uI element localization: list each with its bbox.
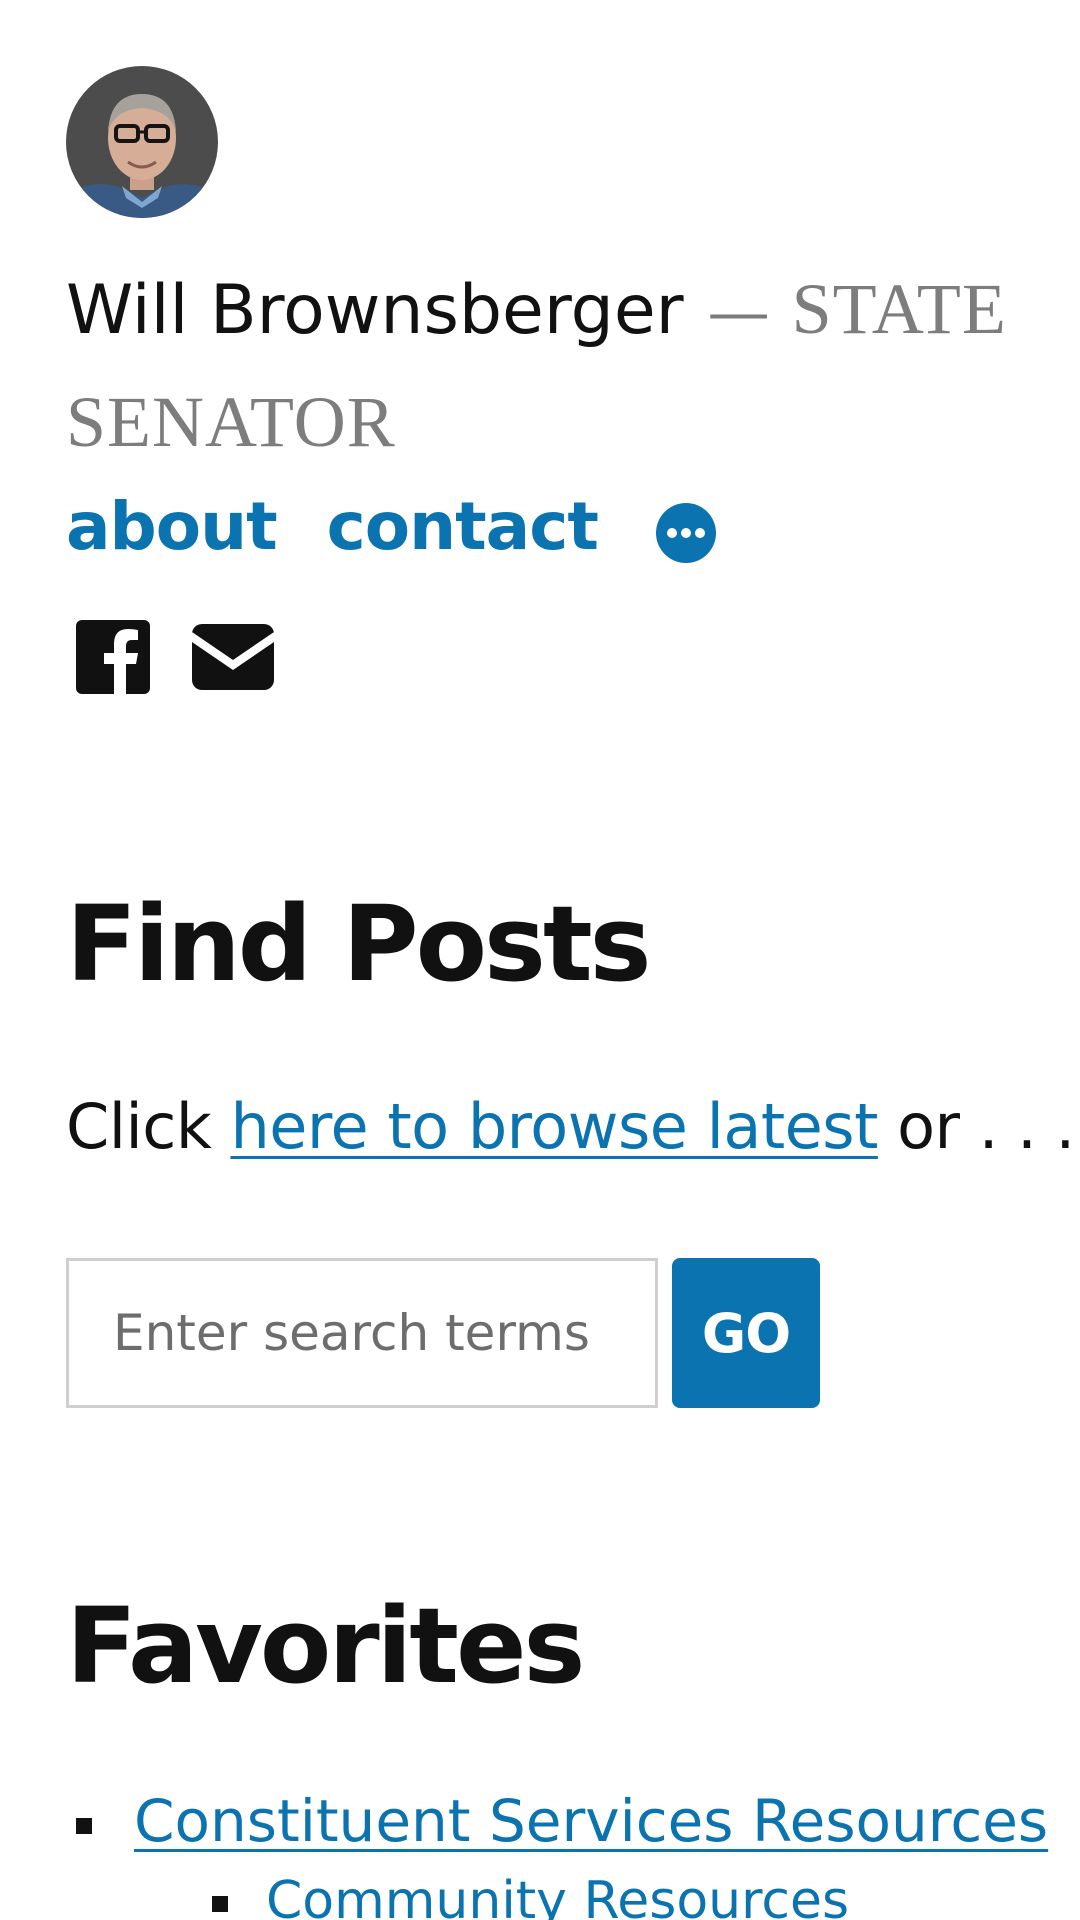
avatar-photo	[66, 66, 218, 218]
favorites-sublist: Community Resources	[134, 1866, 1048, 1920]
facebook-icon[interactable]	[76, 620, 150, 694]
find-posts-heading: Find Posts	[66, 883, 652, 1005]
main-nav: about contact	[66, 486, 716, 566]
mail-icon[interactable]	[192, 624, 274, 690]
title-separator: —	[707, 275, 770, 348]
favorites-list: Constituent Services Resources Community…	[66, 1776, 1048, 1920]
list-item: Constituent Services Resources Community…	[66, 1776, 1048, 1920]
list-item: Community Resources	[200, 1866, 1048, 1920]
site-title[interactable]: Will Brownsberger — STATE SENATOR	[66, 262, 1026, 488]
bullet-icon	[76, 1818, 92, 1834]
avatar[interactable]	[66, 66, 218, 218]
favorite-link[interactable]: Constituent Services Resources	[134, 1787, 1048, 1855]
social-links	[76, 620, 274, 694]
favorites-heading: Favorites	[66, 1585, 585, 1707]
browse-latest-link[interactable]: here to browse latest	[230, 1090, 878, 1163]
more-horizontal-icon[interactable]	[655, 503, 716, 563]
nav-about-link[interactable]: about	[66, 488, 278, 565]
search-form: GO	[66, 1258, 820, 1408]
browse-prefix: Click	[66, 1090, 231, 1163]
page: Will Brownsberger — STATE SENATOR about co…	[0, 0, 1080, 1920]
favorite-sublink[interactable]: Community Resources	[266, 1871, 849, 1920]
nav-contact-link[interactable]: contact	[327, 488, 599, 565]
browse-line: Click here to browse latest or . . .	[66, 1090, 1075, 1163]
go-button[interactable]: GO	[672, 1258, 820, 1408]
site-name[interactable]: Will Brownsberger	[66, 271, 684, 350]
search-input[interactable]	[66, 1258, 658, 1408]
bullet-icon	[212, 1896, 228, 1912]
browse-suffix: or . . .	[877, 1090, 1075, 1163]
